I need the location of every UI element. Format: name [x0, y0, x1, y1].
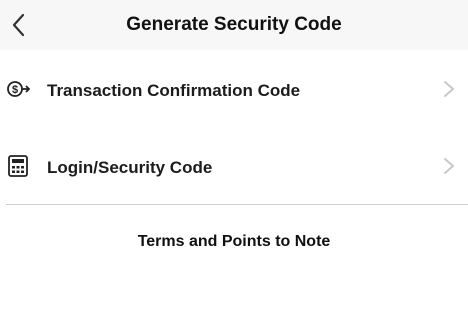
- list-item-transaction-confirmation-code[interactable]: $ Transaction Confirmation Code: [0, 50, 468, 127]
- list-item-label: Transaction Confirmation Code: [47, 81, 301, 100]
- chevron-right-icon: [444, 81, 454, 97]
- security-token-icon: [8, 155, 28, 177]
- generate-security-code-screen: Generate Security Code $ Transaction Con…: [0, 0, 468, 326]
- page-title: Generate Security Code: [126, 14, 342, 35]
- money-transfer-icon: $: [7, 81, 30, 97]
- svg-text:$: $: [12, 84, 18, 96]
- list-item-login-security-code[interactable]: Login/Security Code: [0, 127, 468, 204]
- chevron-right-icon: [444, 158, 454, 174]
- terms-link[interactable]: Terms and Points to Note: [0, 233, 468, 251]
- nav-header: Generate Security Code: [0, 0, 468, 50]
- list-item-label: Login/Security Code: [47, 158, 213, 177]
- divider: [6, 204, 468, 205]
